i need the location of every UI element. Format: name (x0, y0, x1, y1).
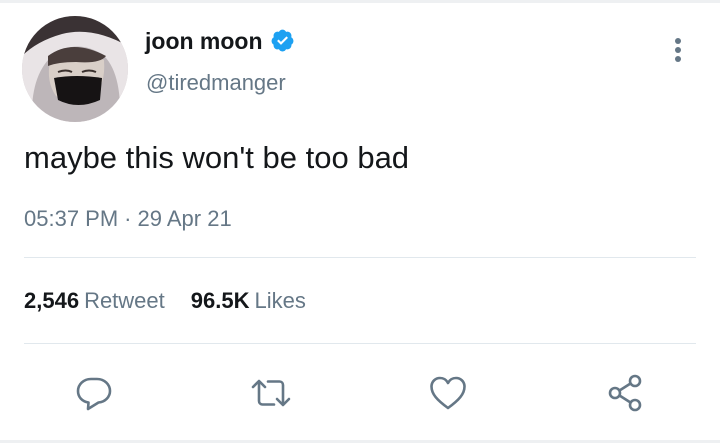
divider (24, 343, 696, 344)
like-icon (430, 376, 466, 410)
timestamp-separator: · (124, 206, 132, 231)
likes-stat[interactable]: 96.5K Likes (191, 287, 306, 315)
tweet-time: 05:37 PM (24, 206, 119, 231)
retweet-button[interactable] (249, 373, 291, 413)
share-icon (608, 374, 642, 412)
like-button[interactable] (428, 373, 468, 413)
tweet-stats: 2,546 Retweet 96.5K Likes (24, 287, 306, 315)
display-name[interactable]: joon moon (145, 27, 263, 55)
likes-label: Likes (254, 288, 306, 313)
verified-badge-icon (271, 29, 294, 52)
avatar[interactable] (22, 16, 128, 122)
divider (24, 257, 696, 258)
retweet-label: Retweet (84, 288, 165, 313)
tweet-text: maybe this won't be too bad (24, 140, 410, 175)
likes-count: 96.5K (190, 288, 250, 313)
reply-icon (76, 377, 112, 411)
avatar-image (22, 16, 128, 122)
user-handle[interactable]: @tiredmanger (146, 69, 286, 97)
retweet-icon (251, 379, 291, 407)
retweet-count: 2,546 (24, 288, 80, 313)
tweet-timestamp[interactable]: 05:37 PM · 29 Apr 21 (24, 205, 232, 233)
more-options-icon[interactable] (668, 36, 688, 66)
reply-button[interactable] (74, 373, 114, 413)
tweet-date: 29 Apr 21 (137, 206, 232, 231)
tweet-card: joon moon @tiredmanger maybe this won't … (0, 0, 720, 443)
retweet-stat[interactable]: 2,546 Retweet (24, 287, 165, 315)
share-button[interactable] (606, 373, 646, 413)
